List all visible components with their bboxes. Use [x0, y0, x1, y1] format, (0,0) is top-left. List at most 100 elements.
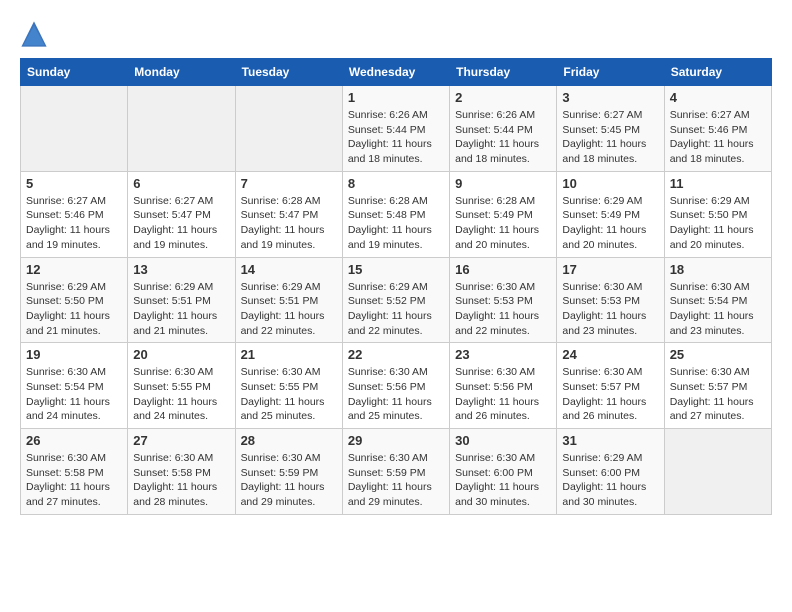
day-number: 6	[133, 176, 229, 191]
calendar-cell: 27 Sunrise: 6:30 AM Sunset: 5:58 PM Dayli…	[128, 429, 235, 515]
day-info: Sunrise: 6:30 AM Sunset: 5:57 PM Dayligh…	[562, 365, 658, 424]
day-number: 13	[133, 262, 229, 277]
day-info: Sunrise: 6:30 AM Sunset: 5:59 PM Dayligh…	[241, 451, 337, 510]
logo	[20, 20, 50, 48]
day-number: 12	[26, 262, 122, 277]
day-info: Sunrise: 6:27 AM Sunset: 5:46 PM Dayligh…	[26, 194, 122, 253]
day-number: 14	[241, 262, 337, 277]
day-info: Sunrise: 6:26 AM Sunset: 5:44 PM Dayligh…	[455, 108, 551, 167]
calendar-header-saturday: Saturday	[664, 59, 771, 86]
day-info: Sunrise: 6:27 AM Sunset: 5:46 PM Dayligh…	[670, 108, 766, 167]
day-info: Sunrise: 6:30 AM Sunset: 5:58 PM Dayligh…	[133, 451, 229, 510]
calendar-cell: 30 Sunrise: 6:30 AM Sunset: 6:00 PM Dayli…	[450, 429, 557, 515]
day-number: 18	[670, 262, 766, 277]
day-info: Sunrise: 6:30 AM Sunset: 5:53 PM Dayligh…	[562, 280, 658, 339]
day-info: Sunrise: 6:29 AM Sunset: 5:49 PM Dayligh…	[562, 194, 658, 253]
calendar-cell	[235, 86, 342, 172]
calendar-header-monday: Monday	[128, 59, 235, 86]
calendar-cell: 31 Sunrise: 6:29 AM Sunset: 6:00 PM Dayli…	[557, 429, 664, 515]
calendar-week-row: 5 Sunrise: 6:27 AM Sunset: 5:46 PM Daylig…	[21, 171, 772, 257]
calendar-cell: 20Sunrise: 6:30 AM Sunset: 5:55 PM Dayli…	[128, 343, 235, 429]
calendar-cell: 15 Sunrise: 6:29 AM Sunset: 5:52 PM Dayli…	[342, 257, 449, 343]
day-info: Sunrise: 6:30 AM Sunset: 5:55 PM Dayligh…	[241, 365, 337, 424]
day-number: 3	[562, 90, 658, 105]
calendar-cell: 16 Sunrise: 6:30 AM Sunset: 5:53 PM Dayli…	[450, 257, 557, 343]
day-info: Sunrise: 6:29 AM Sunset: 5:50 PM Dayligh…	[26, 280, 122, 339]
day-info: Sunrise: 6:30 AM Sunset: 5:58 PM Dayligh…	[26, 451, 122, 510]
day-info: Sunrise: 6:28 AM Sunset: 5:48 PM Dayligh…	[348, 194, 444, 253]
calendar-week-row: 19Sunrise: 6:30 AM Sunset: 5:54 PM Dayli…	[21, 343, 772, 429]
calendar-cell: 28 Sunrise: 6:30 AM Sunset: 5:59 PM Dayli…	[235, 429, 342, 515]
day-number: 24	[562, 347, 658, 362]
general-blue-logo-icon	[20, 20, 48, 48]
calendar-cell: 23 Sunrise: 6:30 AM Sunset: 5:56 PM Dayli…	[450, 343, 557, 429]
calendar-cell: 19Sunrise: 6:30 AM Sunset: 5:54 PM Dayli…	[21, 343, 128, 429]
day-info: Sunrise: 6:30 AM Sunset: 5:54 PM Dayligh…	[670, 280, 766, 339]
calendar-cell: 14 Sunrise: 6:29 AM Sunset: 5:51 PM Dayli…	[235, 257, 342, 343]
day-number: 28	[241, 433, 337, 448]
day-number: 10	[562, 176, 658, 191]
calendar-cell: 1 Sunrise: 6:26 AM Sunset: 5:44 PM Daylig…	[342, 86, 449, 172]
calendar-cell: 5 Sunrise: 6:27 AM Sunset: 5:46 PM Daylig…	[21, 171, 128, 257]
day-number: 11	[670, 176, 766, 191]
page-header	[20, 20, 772, 48]
calendar-cell	[21, 86, 128, 172]
day-info: Sunrise: 6:30 AM Sunset: 5:53 PM Dayligh…	[455, 280, 551, 339]
day-info: Sunrise: 6:30 AM Sunset: 5:56 PM Dayligh…	[455, 365, 551, 424]
day-info: Sunrise: 6:29 AM Sunset: 5:52 PM Dayligh…	[348, 280, 444, 339]
day-number: 23	[455, 347, 551, 362]
calendar-cell: 3 Sunrise: 6:27 AM Sunset: 5:45 PM Daylig…	[557, 86, 664, 172]
calendar-cell: 2 Sunrise: 6:26 AM Sunset: 5:44 PM Daylig…	[450, 86, 557, 172]
day-number: 7	[241, 176, 337, 191]
day-info: Sunrise: 6:30 AM Sunset: 5:55 PM Dayligh…	[133, 365, 229, 424]
calendar-header-tuesday: Tuesday	[235, 59, 342, 86]
calendar-cell: 26 Sunrise: 6:30 AM Sunset: 5:58 PM Dayli…	[21, 429, 128, 515]
calendar-cell: 12 Sunrise: 6:29 AM Sunset: 5:50 PM Dayli…	[21, 257, 128, 343]
calendar-cell: 13 Sunrise: 6:29 AM Sunset: 5:51 PM Dayli…	[128, 257, 235, 343]
day-info: Sunrise: 6:30 AM Sunset: 5:56 PM Dayligh…	[348, 365, 444, 424]
day-number: 2	[455, 90, 551, 105]
calendar-cell: 8 Sunrise: 6:28 AM Sunset: 5:48 PM Daylig…	[342, 171, 449, 257]
calendar-cell: 21 Sunrise: 6:30 AM Sunset: 5:55 PM Dayli…	[235, 343, 342, 429]
day-number: 16	[455, 262, 551, 277]
calendar-cell	[128, 86, 235, 172]
day-info: Sunrise: 6:30 AM Sunset: 5:59 PM Dayligh…	[348, 451, 444, 510]
day-number: 17	[562, 262, 658, 277]
calendar-week-row: 1 Sunrise: 6:26 AM Sunset: 5:44 PM Daylig…	[21, 86, 772, 172]
calendar-cell: 25Sunrise: 6:30 AM Sunset: 5:57 PM Dayli…	[664, 343, 771, 429]
day-info: Sunrise: 6:29 AM Sunset: 5:51 PM Dayligh…	[241, 280, 337, 339]
day-number: 15	[348, 262, 444, 277]
day-number: 26	[26, 433, 122, 448]
day-number: 4	[670, 90, 766, 105]
day-info: Sunrise: 6:29 AM Sunset: 5:51 PM Dayligh…	[133, 280, 229, 339]
day-info: Sunrise: 6:28 AM Sunset: 5:49 PM Dayligh…	[455, 194, 551, 253]
calendar-header-row: SundayMondayTuesdayWednesdayThursdayFrid…	[21, 59, 772, 86]
day-info: Sunrise: 6:30 AM Sunset: 6:00 PM Dayligh…	[455, 451, 551, 510]
day-number: 8	[348, 176, 444, 191]
day-number: 5	[26, 176, 122, 191]
day-number: 25	[670, 347, 766, 362]
day-number: 1	[348, 90, 444, 105]
day-info: Sunrise: 6:30 AM Sunset: 5:54 PM Dayligh…	[26, 365, 122, 424]
day-info: Sunrise: 6:27 AM Sunset: 5:47 PM Dayligh…	[133, 194, 229, 253]
calendar-cell: 9Sunrise: 6:28 AM Sunset: 5:49 PM Daylig…	[450, 171, 557, 257]
calendar-cell: 18 Sunrise: 6:30 AM Sunset: 5:54 PM Dayli…	[664, 257, 771, 343]
calendar-cell: 22 Sunrise: 6:30 AM Sunset: 5:56 PM Dayli…	[342, 343, 449, 429]
day-number: 30	[455, 433, 551, 448]
calendar-cell: 11 Sunrise: 6:29 AM Sunset: 5:50 PM Dayli…	[664, 171, 771, 257]
day-number: 31	[562, 433, 658, 448]
calendar-header-sunday: Sunday	[21, 59, 128, 86]
day-info: Sunrise: 6:29 AM Sunset: 5:50 PM Dayligh…	[670, 194, 766, 253]
calendar-header-thursday: Thursday	[450, 59, 557, 86]
day-info: Sunrise: 6:26 AM Sunset: 5:44 PM Dayligh…	[348, 108, 444, 167]
calendar-cell: 24 Sunrise: 6:30 AM Sunset: 5:57 PM Dayli…	[557, 343, 664, 429]
calendar-cell: 6 Sunrise: 6:27 AM Sunset: 5:47 PM Daylig…	[128, 171, 235, 257]
day-info: Sunrise: 6:29 AM Sunset: 6:00 PM Dayligh…	[562, 451, 658, 510]
day-number: 27	[133, 433, 229, 448]
day-number: 22	[348, 347, 444, 362]
calendar-week-row: 26 Sunrise: 6:30 AM Sunset: 5:58 PM Dayli…	[21, 429, 772, 515]
calendar-cell: 4 Sunrise: 6:27 AM Sunset: 5:46 PM Daylig…	[664, 86, 771, 172]
day-number: 21	[241, 347, 337, 362]
calendar-header-friday: Friday	[557, 59, 664, 86]
day-info: Sunrise: 6:27 AM Sunset: 5:45 PM Dayligh…	[562, 108, 658, 167]
